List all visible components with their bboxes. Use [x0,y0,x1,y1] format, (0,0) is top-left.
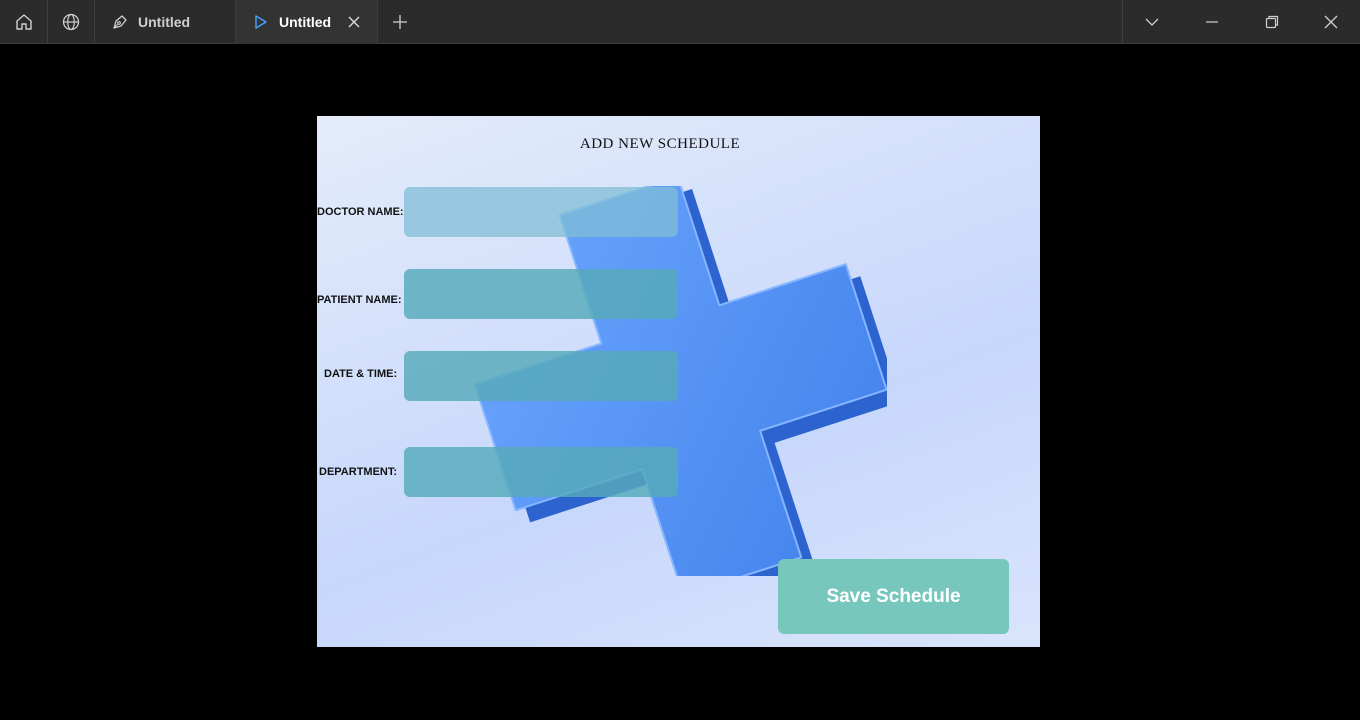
browser-button[interactable] [48,0,94,44]
close-tab-button[interactable] [347,15,361,29]
tab-label: Untitled [138,14,191,30]
date-time-input[interactable] [404,351,678,401]
save-schedule-button[interactable]: Save Schedule [778,559,1009,634]
form-title: ADD NEW SCHEDULE [579,136,741,152]
play-icon [255,15,267,29]
plus-icon [393,15,407,29]
tab-untitled-preview[interactable]: Untitled [236,0,377,44]
tab-list-button[interactable] [1123,0,1181,44]
title-bar: Untitled Untitled [0,0,1360,44]
department-label: DEPARTMENT: [319,466,398,478]
close-icon [348,16,360,28]
restore-button[interactable] [1242,0,1301,44]
minimize-button[interactable] [1182,0,1241,44]
date-time-label: DATE & TIME: [324,368,398,380]
schedule-form-window: ADD NEW SCHEDULE DOCTOR NAME: PATIENT NA… [317,116,1040,647]
minimize-icon [1205,21,1218,23]
home-button[interactable] [0,0,47,44]
chevron-down-icon [1145,18,1159,26]
new-tab-button[interactable] [378,0,422,44]
restore-icon [1265,15,1278,29]
pen-tool-icon [113,14,127,29]
patient-name-label: PATIENT NAME: [317,294,402,306]
close-window-button[interactable] [1302,0,1360,44]
department-input[interactable] [404,447,678,497]
patient-name-input[interactable] [404,269,678,319]
globe-icon [62,13,80,31]
doctor-name-label: DOCTOR NAME: [317,206,404,218]
tab-untitled-design[interactable]: Untitled [95,0,235,44]
home-icon [15,14,32,30]
tab-label: Untitled [279,14,332,30]
window-close-icon [1324,15,1338,29]
doctor-name-input[interactable] [404,187,678,237]
